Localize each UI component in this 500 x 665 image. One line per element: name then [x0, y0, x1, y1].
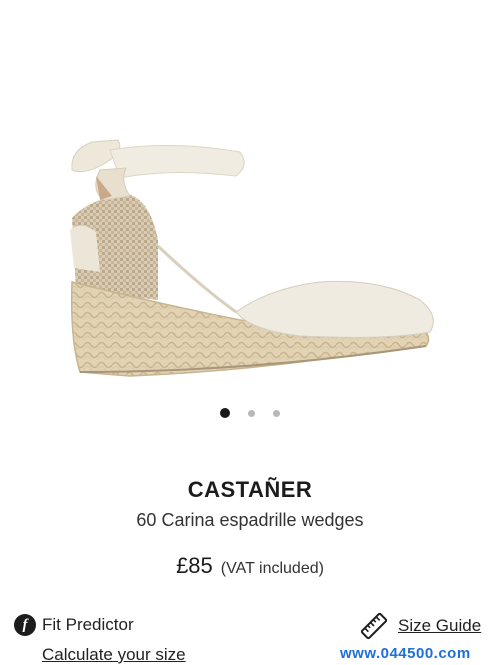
size-guide-button[interactable]: Size Guide — [360, 612, 481, 640]
ruler-icon — [360, 612, 388, 640]
calculate-size-link[interactable]: Calculate your size — [42, 645, 186, 665]
brand-name[interactable]: CASTAÑER — [0, 477, 500, 503]
fit-predictor: f Fit Predictor — [14, 614, 134, 636]
price: £85 — [176, 553, 213, 578]
price-row: £85 (VAT included) — [0, 553, 500, 579]
carousel-dot[interactable] — [248, 409, 255, 417]
carousel-dot-active[interactable] — [220, 408, 230, 418]
vat-note: (VAT included) — [220, 560, 324, 577]
watermark: www.044500.com — [340, 645, 471, 662]
product-name: 60 Carina espadrille wedges — [136, 510, 364, 530]
fit-predictor-label: Fit Predictor — [42, 615, 134, 634]
fit-predictor-logo-icon: f — [14, 614, 36, 636]
size-guide-label: Size Guide — [398, 616, 482, 635]
product-image[interactable] — [0, 60, 500, 400]
product-image-gallery[interactable] — [0, 0, 500, 400]
carousel-dot[interactable] — [273, 409, 280, 417]
carousel-dots — [0, 407, 500, 419]
